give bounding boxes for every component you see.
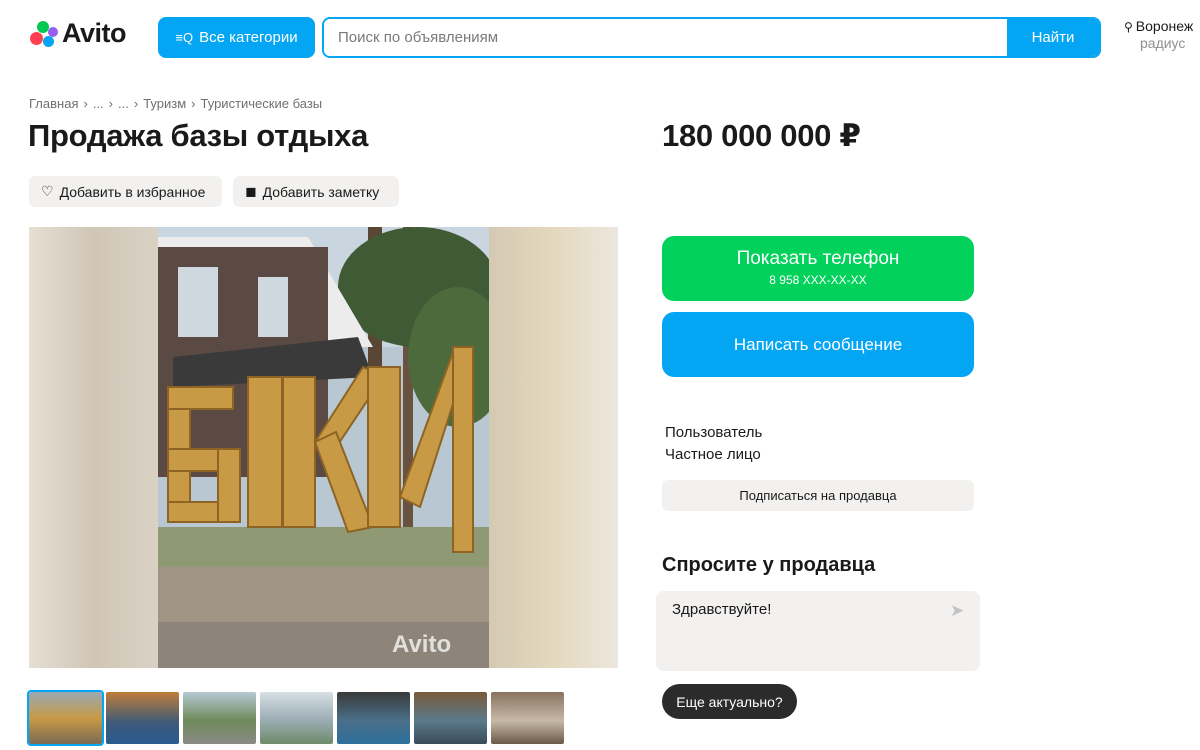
listing-price: 180 000 000 ₽ xyxy=(662,118,861,153)
breadcrumb-separator: › xyxy=(108,96,114,111)
add-note-button[interactable]: ◼ Добавить заметку xyxy=(233,176,399,207)
all-categories-button[interactable]: ≡Q Все категории xyxy=(158,17,315,58)
thumbnail[interactable] xyxy=(27,690,104,746)
location-radius: радиус xyxy=(1140,35,1186,51)
add-to-favorites-button[interactable]: ♡ Добавить в избранное xyxy=(29,176,222,207)
location-pin-icon: ⚲ xyxy=(1124,20,1133,34)
thumbnail-strip xyxy=(27,690,564,746)
add-note-label: Добавить заметку xyxy=(262,183,380,200)
all-categories-label: Все категории xyxy=(199,29,298,46)
gallery-blur-right xyxy=(489,227,618,668)
add-to-favorites-label: Добавить в избранное xyxy=(59,183,206,200)
thumbnail[interactable] xyxy=(491,692,564,744)
heart-icon: ♡ xyxy=(41,183,54,199)
write-message-button[interactable]: Написать сообщение xyxy=(662,312,974,377)
logo-dots-icon xyxy=(28,19,58,49)
thumbnail[interactable] xyxy=(106,692,179,744)
avito-watermark: Avito xyxy=(392,631,452,658)
listing-main-photo xyxy=(158,227,489,668)
thumbnail[interactable] xyxy=(260,692,333,744)
breadcrumb-separator: › xyxy=(83,96,88,111)
breadcrumb-item-collapsed[interactable]: ... xyxy=(93,96,104,111)
masked-phone-number: 8 958 XXX-XX-XX xyxy=(769,273,867,287)
thumbnail[interactable] xyxy=(183,692,256,744)
page-title: Продажа базы отдыха xyxy=(28,118,369,153)
thumbnail[interactable] xyxy=(414,692,487,744)
show-phone-button[interactable]: Показать телефон 8 958 XXX-XX-XX xyxy=(662,236,974,301)
search-input[interactable] xyxy=(324,19,1007,56)
categories-search-icon: ≡Q xyxy=(175,30,194,45)
seller-type: Частное лицо xyxy=(665,446,761,463)
show-phone-label: Показать телефон xyxy=(736,248,900,269)
send-icon[interactable]: ➤ xyxy=(950,601,964,621)
breadcrumb-item-tourism[interactable]: Туризм xyxy=(143,96,186,111)
search-button[interactable]: Найти xyxy=(1007,19,1099,56)
breadcrumb: Главная › ... › ... › Туризм › Туристиче… xyxy=(29,96,322,111)
breadcrumb-item-home[interactable]: Главная xyxy=(29,96,78,111)
ask-message-text[interactable]: Здравствуйте! xyxy=(672,601,771,618)
breadcrumb-separator: › xyxy=(133,96,139,111)
note-icon: ◼ xyxy=(245,183,257,199)
breadcrumb-item-collapsed[interactable]: ... xyxy=(118,96,129,111)
quick-reply-still-relevant[interactable]: Еще актуально? xyxy=(662,684,797,719)
subscribe-seller-button[interactable]: Подписаться на продавца xyxy=(662,480,974,511)
logo-text: Avito xyxy=(62,18,127,48)
location-city: Воронеж xyxy=(1135,18,1194,34)
seller-name[interactable]: Пользователь xyxy=(665,424,762,441)
photo-gallery[interactable]: Avito xyxy=(29,227,618,668)
breadcrumb-item-tourist-bases[interactable]: Туристические базы xyxy=(201,96,323,111)
ask-seller-heading: Спросите у продавца xyxy=(662,554,876,576)
avito-logo[interactable]: Avito xyxy=(28,18,127,49)
location-selector[interactable]: ⚲ Воронеж радиус xyxy=(1124,18,1200,51)
gallery-blur-left xyxy=(29,227,158,668)
search-bar: Найти xyxy=(322,17,1101,58)
breadcrumb-separator: › xyxy=(191,96,196,111)
thumbnail[interactable] xyxy=(337,692,410,744)
